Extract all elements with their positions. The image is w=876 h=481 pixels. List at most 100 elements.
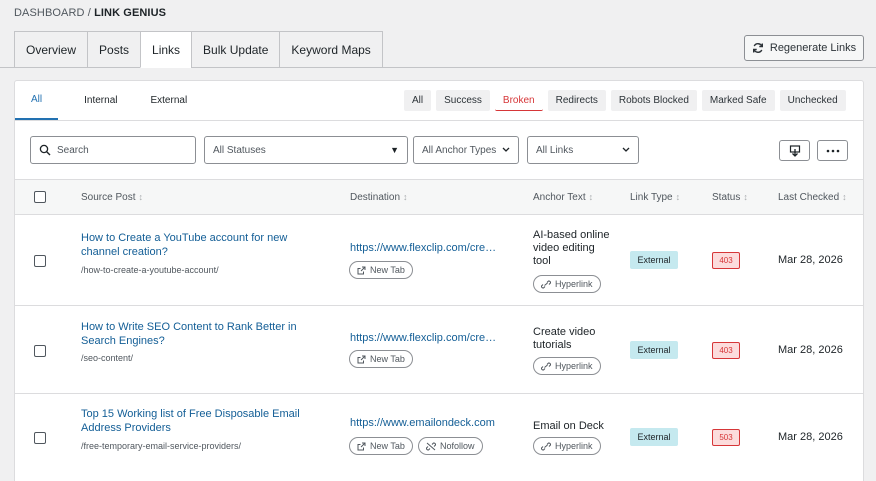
last-checked-date: Mar 28, 2026: [778, 431, 843, 443]
filter-redirects[interactable]: Redirects: [547, 90, 606, 111]
col-destination[interactable]: Destination ↕: [350, 192, 408, 203]
breadcrumb-parent[interactable]: DASHBOARD: [14, 7, 85, 19]
hyperlink-chip: Hyperlink: [533, 357, 601, 375]
table-row: How to Write SEO Content to Rank Better …: [15, 306, 863, 394]
last-checked-date: Mar 28, 2026: [778, 344, 843, 356]
regenerate-links-button[interactable]: Regenerate Links: [744, 35, 864, 61]
filter-unchecked[interactable]: Unchecked: [779, 90, 846, 111]
subtab-internal[interactable]: Internal: [58, 81, 134, 120]
row-checkbox[interactable]: [34, 255, 46, 267]
nofollow-chip: Nofollow: [418, 437, 483, 455]
tab-links[interactable]: Links: [140, 31, 192, 68]
destination-link[interactable]: https://www.flexclip.com/create/tutorial…: [350, 332, 500, 344]
col-link-type[interactable]: Link Type ↕: [630, 192, 680, 203]
col-last-checked[interactable]: Last Checked ↕: [778, 192, 847, 203]
source-post-slug: /how-to-create-a-youtube-account/: [81, 265, 219, 275]
links-panel: All Internal External All Success Broken…: [14, 80, 864, 481]
download-icon: [789, 144, 800, 157]
anchor-type-label: Hyperlink: [555, 441, 593, 451]
nofollow-label: Nofollow: [440, 441, 475, 451]
col-destination-label: Destination: [350, 192, 401, 203]
anchor-type-label: Hyperlink: [555, 279, 593, 289]
sort-icon: ↕: [403, 192, 408, 202]
new-tab-chip: New Tab: [349, 261, 413, 279]
chevron-down-icon: [622, 147, 630, 152]
link-icon: [541, 361, 551, 371]
sort-icon: ↕: [675, 192, 681, 202]
hyperlink-chip: Hyperlink: [533, 437, 601, 455]
more-options-button[interactable]: [817, 140, 848, 161]
filter-broken[interactable]: Broken: [494, 90, 543, 111]
breadcrumb-current: LINK GENIUS: [94, 7, 167, 19]
sort-icon: ↕: [743, 192, 748, 202]
source-post-link[interactable]: How to Create a YouTube account for new …: [81, 231, 311, 259]
tab-posts[interactable]: Posts: [87, 31, 141, 68]
tab-overview[interactable]: Overview: [14, 31, 88, 68]
col-source-post[interactable]: Source Post ↕: [81, 192, 143, 203]
new-tab-label: New Tab: [370, 265, 405, 275]
link-type-badge: External: [630, 341, 678, 359]
breadcrumb: DASHBOARD / LINK GENIUS: [14, 7, 166, 19]
regenerate-label: Regenerate Links: [769, 42, 857, 54]
tab-keyword-maps[interactable]: Keyword Maps: [279, 31, 383, 68]
breadcrumb-separator: /: [87, 7, 91, 19]
anchor-text: AI-based online video editing tool: [533, 229, 610, 267]
refresh-icon: [752, 43, 763, 53]
links-select-value: All Links: [536, 144, 574, 156]
row-checkbox[interactable]: [34, 432, 46, 444]
select-all-checkbox[interactable]: [34, 191, 46, 203]
sort-icon: ↕: [842, 192, 847, 202]
status-code-badge: 503: [712, 429, 740, 446]
sort-icon: ↕: [138, 192, 143, 202]
anchor-text: Create video tutorials: [533, 326, 596, 351]
subtabs-divider: [15, 120, 863, 121]
destination-link[interactable]: https://www.flexclip.com/create/ai-video: [350, 242, 500, 254]
status-select[interactable]: All Statuses ▼: [204, 136, 408, 164]
chevron-down-icon: [502, 147, 510, 152]
new-tab-label: New Tab: [370, 441, 405, 451]
filter-all[interactable]: All: [404, 90, 432, 111]
source-post-link[interactable]: Top 15 Working list of Free Disposable E…: [81, 407, 311, 435]
link-icon: [541, 441, 551, 451]
external-link-icon: [357, 266, 366, 274]
anchor-type-label: Hyperlink: [555, 361, 593, 371]
status-code-badge: 403: [712, 342, 740, 359]
destination-link[interactable]: https://www.emailondeck.com: [350, 417, 500, 429]
source-post-link[interactable]: How to Write SEO Content to Rank Better …: [81, 320, 311, 348]
search-icon: [39, 144, 51, 156]
sort-icon: ↕: [588, 192, 594, 202]
source-post-slug: /seo-content/: [81, 353, 134, 363]
col-status-label: Status: [712, 192, 741, 203]
more-dots-icon: [826, 149, 839, 152]
table-row: Top 15 Working list of Free Disposable E…: [15, 394, 863, 481]
link-icon: [541, 279, 551, 289]
tab-bulk-update[interactable]: Bulk Update: [191, 31, 280, 68]
link-scope-tabs: All Internal External: [15, 81, 203, 120]
col-anchor-text[interactable]: Anchor Text ↕: [533, 192, 593, 203]
filter-marked-safe[interactable]: Marked Safe: [701, 90, 775, 111]
search-input[interactable]: Search: [30, 136, 196, 164]
col-status[interactable]: Status ↕: [712, 192, 748, 203]
export-button[interactable]: [779, 140, 810, 161]
source-post-slug: /free-temporary-email-service-providers/: [81, 441, 242, 451]
link-type-badge: External: [630, 428, 678, 446]
link-type-badge: External: [630, 251, 678, 269]
new-tab-label: New Tab: [370, 354, 405, 364]
anchor-type-select-value: All Anchor Types: [422, 144, 497, 156]
status-code-badge: 403: [712, 252, 740, 269]
search-placeholder: Search: [57, 144, 89, 156]
row-checkbox[interactable]: [34, 345, 46, 357]
col-source-label: Source Post: [81, 192, 136, 203]
status-select-value: All Statuses: [213, 144, 266, 156]
links-select[interactable]: All Links: [527, 136, 639, 164]
filter-robots-blocked[interactable]: Robots Blocked: [610, 90, 697, 111]
subtab-all[interactable]: All: [15, 81, 59, 120]
subtab-external[interactable]: External: [134, 81, 203, 120]
external-link-icon: [357, 442, 366, 450]
anchor-type-select[interactable]: All Anchor Types: [413, 136, 519, 164]
filter-success[interactable]: Success: [436, 90, 490, 111]
last-checked-date: Mar 28, 2026: [778, 254, 843, 266]
new-tab-chip: New Tab: [349, 437, 413, 455]
triangle-down-icon: ▼: [390, 145, 399, 155]
hyperlink-chip: Hyperlink: [533, 275, 601, 293]
